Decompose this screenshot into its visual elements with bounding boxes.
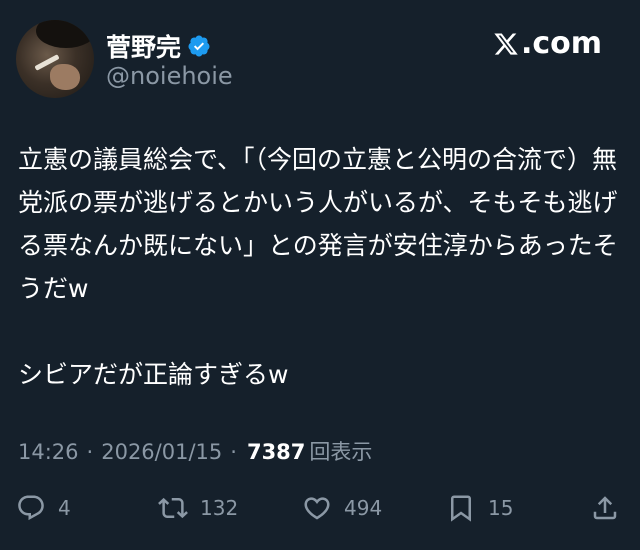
repost-button[interactable]: 132: [158, 486, 238, 530]
bookmark-count: 15: [488, 496, 514, 520]
post-date[interactable]: 2026/01/15: [101, 440, 222, 464]
reply-button[interactable]: 4: [16, 486, 71, 530]
repost-count: 132: [200, 496, 239, 520]
post-text: 立憲の議員総会で、「（今回の立憲と公明の合流で）無党派の票が逃げるとかいう人がい…: [18, 145, 618, 389]
views-count: 7387: [246, 440, 306, 464]
post-time[interactable]: 14:26: [18, 440, 79, 464]
user-handle[interactable]: @noiehoie: [106, 62, 233, 90]
post-meta: 14:26 · 2026/01/15 · 7387 回表示: [18, 436, 372, 466]
bookmark-button[interactable]: 15: [446, 486, 513, 530]
reply-icon: [18, 495, 44, 521]
bookmark-icon: [451, 495, 471, 522]
share-button[interactable]: [590, 486, 620, 530]
avatar-hair: [36, 20, 94, 48]
display-name-text: 菅野完: [106, 33, 182, 62]
avatar-hand: [50, 64, 80, 90]
heart-icon: [304, 497, 330, 520]
brand-label: .com: [520, 26, 602, 61]
action-bar: 4 132 494 15: [0, 486, 640, 530]
display-name[interactable]: 菅野完: [106, 28, 211, 64]
brand-logo: .com: [493, 26, 602, 61]
verified-badge-icon: [188, 35, 210, 57]
meta-separator: ·: [86, 440, 94, 464]
like-button[interactable]: 494: [302, 486, 382, 530]
x-logo-icon: [494, 32, 518, 55]
meta-separator: ·: [230, 440, 237, 464]
like-count: 494: [344, 496, 383, 520]
repost-icon: [158, 497, 188, 519]
share-icon: [593, 496, 617, 520]
views-label: 回表示: [309, 440, 373, 464]
reply-count: 4: [58, 496, 71, 520]
avatar[interactable]: [16, 20, 94, 98]
